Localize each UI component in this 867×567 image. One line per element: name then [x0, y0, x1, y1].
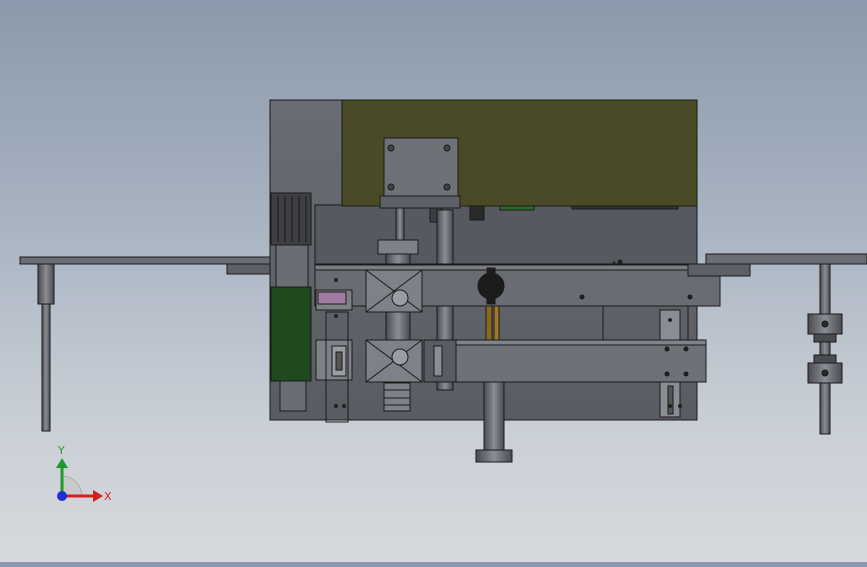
left-drive-motor — [270, 192, 312, 412]
coordinate-triad: Y X — [56, 444, 112, 503]
x-axis-label: X — [104, 490, 112, 503]
cad-viewport[interactable]: Y X — [0, 0, 867, 562]
y-axis-label: Y — [57, 444, 65, 457]
left-support-rail — [19, 256, 272, 432]
cad-model-drawing[interactable]: Y X — [0, 0, 867, 562]
z-axis-dot-icon — [57, 491, 67, 501]
